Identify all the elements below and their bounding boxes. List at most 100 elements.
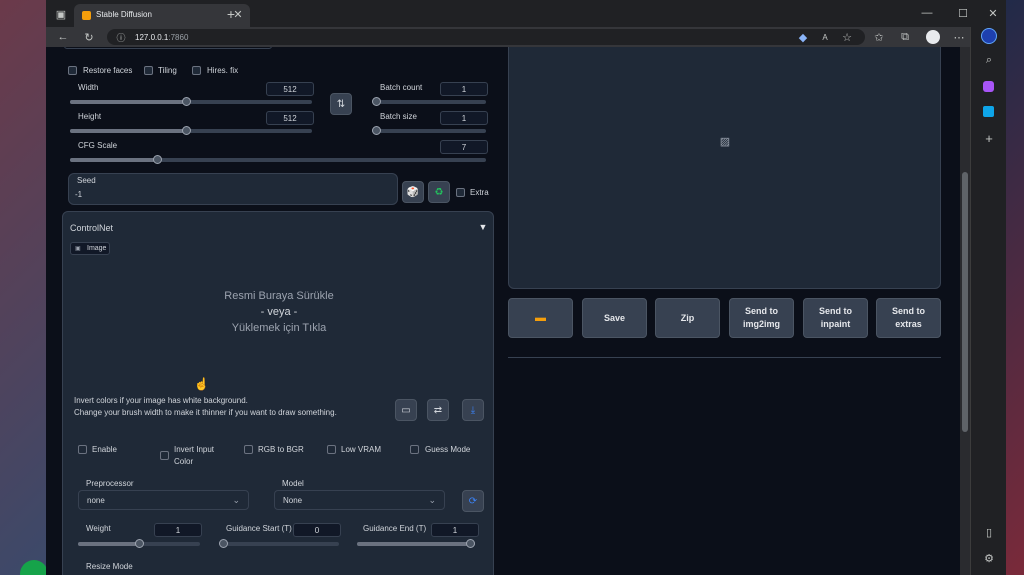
width-slider[interactable] [70, 97, 312, 106]
weight-slider[interactable] [78, 539, 200, 548]
save-button[interactable]: Save [582, 298, 647, 338]
slider-knob[interactable] [181, 97, 191, 106]
seed-label: Seed [77, 176, 96, 185]
chevron-down-icon: ⌄ [232, 495, 240, 505]
slider-knob[interactable] [219, 539, 228, 548]
send-to-inpaint-button[interactable]: Send to inpaint [803, 298, 868, 338]
read-aloud-icon[interactable]: A [819, 31, 831, 43]
low-vram-checkbox[interactable] [327, 445, 336, 454]
slider-fill [70, 100, 187, 104]
seed-input[interactable]: -1 [75, 190, 82, 199]
refresh-models-button[interactable]: ⟳ [462, 490, 484, 512]
swap-dimensions-button[interactable]: ⇅ [330, 93, 352, 115]
batch-count-label: Batch count [380, 83, 423, 92]
bing-icon[interactable] [981, 28, 997, 44]
restore-faces-label: Restore faces [83, 66, 133, 75]
reuse-seed-button[interactable]: ♻ [428, 181, 450, 203]
cfg-scale-input[interactable]: 7 [440, 140, 488, 154]
image-tab[interactable]: ▣ Image [70, 242, 110, 255]
height-slider[interactable] [70, 126, 312, 135]
refresh-icon[interactable]: ↻ [82, 30, 96, 44]
canvas-size-button[interactable]: ▭ [395, 399, 417, 421]
preprocessor-select[interactable]: none ⌄ [78, 490, 249, 510]
profile-avatar[interactable] [926, 30, 940, 44]
batch-size-label: Batch size [380, 112, 417, 121]
open-folder-button[interactable]: ▬ [508, 298, 573, 338]
image-tab-label: Image [87, 245, 107, 252]
controlnet-title: ControlNet [70, 223, 114, 233]
guess-mode-checkbox[interactable] [410, 445, 419, 454]
collections-icon[interactable]: ⧉ [898, 30, 912, 44]
chevron-down-icon: ⌄ [428, 495, 436, 505]
sidebar-add-icon[interactable]: + [982, 131, 996, 146]
tab-actions-icon[interactable]: ▣ [54, 7, 68, 21]
batch-size-input[interactable]: 1 [440, 111, 488, 125]
invert-input-color-checkbox[interactable] [160, 451, 169, 460]
maximize-icon[interactable]: ☐ [956, 6, 970, 20]
slider-knob[interactable] [181, 126, 191, 135]
send-dimensions-button[interactable]: ⤓ [462, 399, 484, 421]
random-seed-button[interactable]: 🎲 [402, 181, 424, 203]
guidance-end-input[interactable]: 1 [431, 523, 479, 537]
page-scrollbar[interactable] [960, 47, 970, 575]
height-input[interactable]: 512 [266, 111, 314, 125]
minimize-icon[interactable]: — [920, 6, 934, 20]
cfg-scale-slider[interactable] [70, 155, 486, 164]
scrollbar-thumb[interactable] [962, 172, 968, 432]
tab-bar: ▣ Stable Diffusion ✕ + — ☐ ✕ [46, 0, 1006, 27]
model-value: None [283, 495, 303, 505]
batch-size-slider[interactable] [372, 126, 486, 135]
sidebar-search-icon[interactable]: ⌕ [982, 53, 996, 67]
collapse-arrow-icon[interactable]: ▼ [477, 221, 489, 233]
batch-count-slider[interactable] [372, 97, 486, 106]
slider-knob[interactable] [372, 126, 381, 135]
guidance-start-input[interactable]: 0 [293, 523, 341, 537]
weight-input[interactable]: 1 [154, 523, 202, 537]
slider-knob[interactable] [466, 539, 475, 548]
image-drop-zone[interactable]: Resmi Buraya Sürükle - veya - Yüklemek i… [70, 258, 488, 390]
favicon-icon [82, 11, 91, 20]
guidance-start-label: Guidance Start (T) [226, 524, 292, 533]
slider-knob[interactable] [152, 155, 162, 164]
new-tab-icon[interactable]: + [224, 6, 238, 22]
hires-fix-checkbox[interactable] [192, 66, 201, 75]
favorite-add-icon[interactable]: ☆ [841, 31, 853, 44]
slider-knob[interactable] [134, 539, 144, 548]
invert-line-2: Color [174, 457, 194, 466]
zip-button[interactable]: Zip [655, 298, 720, 338]
slider-knob[interactable] [372, 97, 381, 106]
send-to-extras-line2: extras [895, 319, 922, 329]
send-to-extras-button[interactable]: Send to extras [876, 298, 941, 338]
extra-checkbox[interactable] [456, 188, 465, 197]
controlnet-panel: ControlNet ▼ ▣ Image Resmi Buraya Sürükl… [62, 211, 494, 575]
edge-sidebar: ⌕ + ▯ ⚙ [970, 27, 1006, 575]
weight-label: Weight [86, 524, 111, 533]
sidebar-outlook-icon[interactable] [983, 106, 994, 117]
swap-button[interactable]: ⇄ [427, 399, 449, 421]
favorites-icon[interactable]: ✩ [872, 30, 886, 44]
guidance-start-slider[interactable] [219, 539, 339, 548]
batch-count-input[interactable]: 1 [440, 82, 488, 96]
enable-checkbox[interactable] [78, 445, 87, 454]
back-icon[interactable]: ← [56, 30, 70, 44]
browser-window: ▣ Stable Diffusion ✕ + — ☐ ✕ ← ↻ ⓘ 127.0… [46, 0, 1006, 575]
width-input[interactable]: 512 [266, 82, 314, 96]
send-to-img2img-button[interactable]: Send to img2img [729, 298, 794, 338]
close-window-icon[interactable]: ✕ [986, 6, 1000, 20]
restore-faces-checkbox[interactable] [68, 66, 77, 75]
output-divider [508, 357, 941, 358]
tag-icon[interactable]: ◆ [797, 31, 809, 44]
tab-title: Stable Diffusion [96, 10, 152, 19]
guidance-end-label: Guidance End (T) [363, 524, 427, 533]
sidebar-settings-icon[interactable]: ⚙ [982, 551, 996, 565]
tiling-checkbox[interactable] [144, 66, 153, 75]
guidance-end-slider[interactable] [357, 539, 475, 548]
more-menu-icon[interactable]: ⋯ [952, 30, 966, 44]
low-vram-label: Low VRAM [341, 445, 382, 454]
url-field[interactable]: ⓘ 127.0.0.1:7860 ◆ A ☆ [107, 29, 865, 45]
sidebar-panel-icon[interactable]: ▯ [982, 525, 996, 539]
rgb-to-bgr-checkbox[interactable] [244, 445, 253, 454]
sidebar-copilot-icon[interactable] [983, 81, 994, 92]
model-select[interactable]: None ⌄ [274, 490, 445, 510]
info-icon[interactable]: ⓘ [115, 31, 127, 43]
